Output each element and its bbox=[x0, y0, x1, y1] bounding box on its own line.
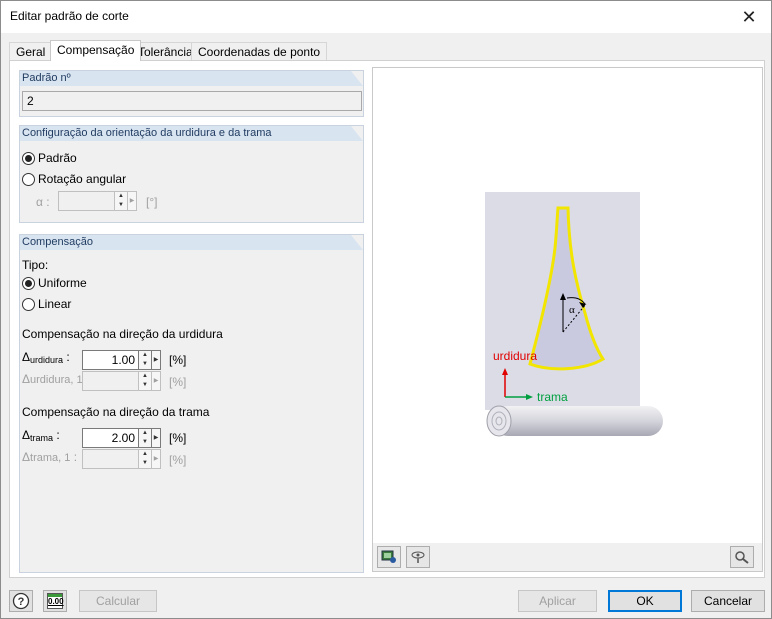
weft-spinner[interactable]: 2.00 ▲ ▼ ▶ bbox=[82, 428, 161, 448]
label-suffix: : bbox=[70, 450, 78, 464]
close-icon[interactable]: ✕ bbox=[727, 1, 771, 33]
delta-symbol: Δ bbox=[22, 428, 31, 442]
weft-section-label: Compensação na direção da trama bbox=[22, 405, 210, 419]
dialog-window: Editar padrão de corte ✕ Geral Compensaç… bbox=[0, 0, 772, 619]
radio-button[interactable] bbox=[22, 297, 35, 311]
weft-subscript: trama bbox=[30, 433, 54, 443]
type-label: Tipo: bbox=[22, 258, 49, 272]
tab-panel: Padrão nº 2 Configuração da orientação d… bbox=[9, 60, 765, 578]
group-heading: Configuração da orientação da urdidura e… bbox=[20, 126, 363, 141]
cancel-button[interactable]: Cancelar bbox=[691, 590, 765, 612]
pattern-number-field: 2 bbox=[22, 91, 362, 111]
units-glyph: 0.00 bbox=[47, 593, 64, 609]
warp1-subscript: urdidura, 1 bbox=[30, 374, 83, 386]
spin-menu-icon[interactable]: ▶ bbox=[152, 350, 161, 370]
delta-symbol: Δ bbox=[22, 450, 31, 464]
help-icon[interactable]: ? bbox=[9, 590, 33, 612]
radio-default-orientation[interactable]: Padrão bbox=[22, 151, 77, 165]
radio-angular-rotation[interactable]: Rotação angular bbox=[22, 172, 126, 186]
orientation-group: Configuração da orientação da urdidura e… bbox=[19, 125, 364, 223]
pattern-number-group: Padrão nº 2 bbox=[19, 70, 364, 117]
warp1-unit: [%] bbox=[169, 375, 187, 389]
radio-label: Rotação angular bbox=[38, 172, 127, 186]
radio-label: Uniforme bbox=[38, 276, 87, 290]
radio-button[interactable] bbox=[22, 151, 35, 165]
svg-text:?: ? bbox=[18, 596, 25, 608]
group-heading: Compensação bbox=[20, 235, 363, 250]
warp-axis-label: urdidura bbox=[493, 349, 537, 363]
warp-subscript: urdidura bbox=[30, 355, 64, 365]
alpha-unit: [°] bbox=[146, 195, 158, 209]
tab-geral[interactable]: Geral bbox=[9, 42, 53, 61]
tab-coordenadas[interactable]: Coordenadas de ponto bbox=[191, 42, 328, 61]
preview-canvas: α urdidura trama bbox=[485, 192, 663, 437]
radio-button[interactable] bbox=[22, 276, 35, 290]
delta-symbol: Δ bbox=[22, 350, 31, 364]
fabric-roll bbox=[493, 406, 663, 436]
radio-uniform[interactable]: Uniforme bbox=[22, 276, 87, 290]
compensation-group: Compensação Tipo: Uniforme Linear Compen… bbox=[19, 234, 364, 573]
spin-arrows: ▲ ▼ bbox=[139, 371, 152, 391]
warp-spinner[interactable]: 1.00 ▲ ▼ ▶ bbox=[82, 350, 161, 370]
alpha-input bbox=[58, 191, 115, 211]
alpha-label: α : bbox=[36, 195, 50, 209]
ok-button[interactable]: OK bbox=[608, 590, 682, 612]
spin-menu-icon: ▶ bbox=[152, 449, 161, 469]
weft-unit: [%] bbox=[169, 431, 187, 445]
help-glyph: ? bbox=[12, 592, 30, 610]
warp1-input bbox=[82, 371, 139, 391]
view-options-icon[interactable] bbox=[406, 546, 430, 568]
spin-arrows[interactable]: ▲ ▼ bbox=[139, 428, 152, 448]
view-options-glyph bbox=[411, 551, 425, 563]
tab-compensacao[interactable]: Compensação bbox=[50, 40, 142, 61]
spin-arrows: ▲ ▼ bbox=[115, 191, 128, 211]
radio-button[interactable] bbox=[22, 172, 35, 186]
weft-delta-label: Δtrama : bbox=[22, 428, 60, 443]
reset-view-glyph bbox=[735, 551, 749, 564]
spin-menu-icon: ▶ bbox=[152, 371, 161, 391]
warp-unit: [%] bbox=[169, 353, 187, 367]
spin-arrows[interactable]: ▲ ▼ bbox=[139, 350, 152, 370]
spin-menu-icon: ▶ bbox=[128, 191, 137, 211]
radio-linear[interactable]: Linear bbox=[22, 297, 71, 311]
weft1-subscript: trama, 1 bbox=[30, 452, 71, 464]
warp-input[interactable]: 1.00 bbox=[82, 350, 139, 370]
warp-delta-label: Δurdidura : bbox=[22, 350, 70, 365]
alpha-spinner: ▲ ▼ ▶ bbox=[58, 191, 137, 211]
display-settings-glyph bbox=[381, 550, 396, 563]
pattern-preview[interactable]: α urdidura trama bbox=[372, 67, 763, 572]
weft-input[interactable]: 2.00 bbox=[82, 428, 139, 448]
label-suffix: : bbox=[63, 350, 70, 364]
preview-toolbar bbox=[373, 543, 762, 571]
units-icon[interactable]: 0.00 bbox=[43, 590, 67, 612]
spin-arrows: ▲ ▼ bbox=[139, 449, 152, 469]
warp1-spinner: ▲ ▼ ▶ bbox=[82, 371, 161, 391]
weft1-input bbox=[82, 449, 139, 469]
warp1-delta-label: Δurdidura, 1 : bbox=[22, 372, 89, 386]
radio-label: Linear bbox=[38, 297, 72, 311]
apply-button[interactable]: Aplicar bbox=[518, 590, 597, 612]
title-bar: Editar padrão de corte ✕ bbox=[1, 1, 771, 33]
window-title: Editar padrão de corte bbox=[10, 9, 129, 23]
weft1-delta-label: Δtrama, 1 : bbox=[22, 450, 77, 464]
units-glyph-text: 0.00 bbox=[48, 597, 64, 606]
weft1-unit: [%] bbox=[169, 453, 187, 467]
spin-menu-icon[interactable]: ▶ bbox=[152, 428, 161, 448]
roll-end bbox=[486, 405, 512, 437]
alpha-symbol: α bbox=[569, 304, 575, 316]
delta-symbol: Δ bbox=[22, 372, 31, 386]
reset-view-icon[interactable] bbox=[730, 546, 754, 568]
label-suffix: : bbox=[53, 428, 60, 442]
radio-label: Padrão bbox=[38, 151, 77, 165]
display-settings-icon[interactable] bbox=[377, 546, 401, 568]
weft-axis-label: trama bbox=[537, 390, 568, 404]
calculate-button[interactable]: Calcular bbox=[79, 590, 157, 612]
weft1-spinner: ▲ ▼ ▶ bbox=[82, 449, 161, 469]
group-heading: Padrão nº bbox=[20, 71, 363, 86]
warp-section-label: Compensação na direção da urdidura bbox=[22, 327, 223, 341]
